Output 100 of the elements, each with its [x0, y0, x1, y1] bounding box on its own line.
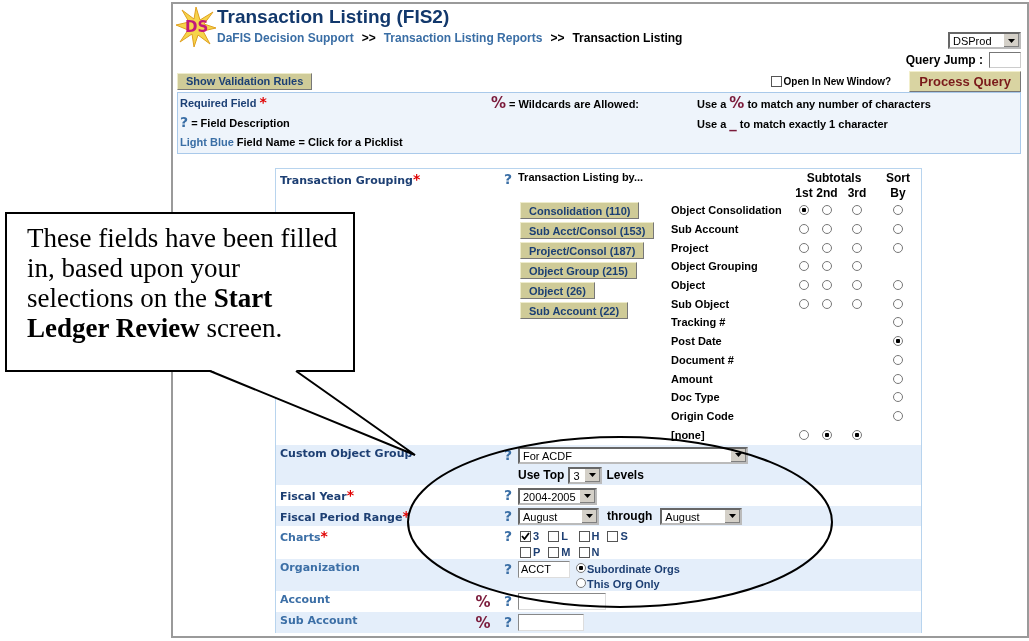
radio-button[interactable]	[893, 373, 903, 384]
radio-button[interactable]	[893, 224, 903, 235]
legend-text: = Wildcards are Allowed:	[509, 97, 640, 112]
chart-label: H	[591, 529, 600, 542]
input-field[interactable]	[989, 52, 1021, 68]
dropdown[interactable]: August	[518, 507, 599, 525]
option-label: [none]	[671, 427, 706, 442]
radio-button[interactable]	[893, 280, 903, 291]
dropdown[interactable]: August	[660, 507, 743, 525]
radio-button[interactable]	[822, 205, 832, 216]
radio-button[interactable]	[799, 224, 809, 235]
radio-button[interactable]	[799, 261, 809, 272]
field-label[interactable]: Sub Account	[280, 613, 358, 627]
radio-button[interactable]	[893, 205, 903, 216]
help-mark[interactable]: ?	[503, 613, 513, 630]
help-mark[interactable]: ?	[503, 486, 513, 503]
query-jump-label: Query Jump :	[905, 53, 983, 67]
help-mark[interactable]: ?	[503, 507, 513, 524]
radio-button[interactable]	[893, 392, 903, 403]
caret-icon	[584, 494, 591, 499]
radio-button[interactable]	[822, 429, 832, 440]
checkbox[interactable]	[520, 530, 531, 542]
radio-button[interactable]	[852, 224, 862, 235]
radio-button[interactable]	[576, 577, 586, 588]
radio-button[interactable]	[799, 280, 809, 291]
radio-button[interactable]	[852, 261, 862, 272]
radio-button[interactable]	[893, 317, 903, 328]
process-query-button[interactable]: Process Query	[909, 70, 1021, 92]
legend-text: to match any number of characters	[747, 97, 931, 112]
help-mark[interactable]: ?	[503, 560, 513, 577]
dropdown[interactable]: DSProd	[948, 32, 1021, 49]
radio-button[interactable]	[893, 354, 903, 365]
checkbox[interactable]	[520, 546, 531, 558]
grouping-button[interactable]: Sub Account (22)	[520, 302, 629, 319]
grouping-button[interactable]: Project/Consol (187)	[520, 242, 645, 259]
radio-button[interactable]	[822, 224, 832, 235]
checkbox[interactable]	[548, 530, 560, 542]
radio-button[interactable]	[799, 429, 809, 440]
radio-button[interactable]	[799, 298, 809, 309]
radio-button[interactable]	[893, 242, 903, 253]
column-header: 1st	[794, 186, 814, 201]
radio-button[interactable]	[852, 429, 862, 440]
column-header: 2nd	[815, 186, 839, 201]
radio-button[interactable]	[893, 336, 903, 347]
breadcrumb-link[interactable]: DaFIS Decision Support	[217, 31, 354, 45]
breadcrumb-current: Transaction Listing	[572, 31, 683, 45]
validation-rules-button[interactable]: Show Validation Rules	[177, 72, 313, 90]
option-label: Object Grouping	[671, 259, 759, 274]
radio-button[interactable]	[822, 261, 832, 272]
grouping-button[interactable]: Object (26)	[520, 282, 595, 299]
required-mark: *	[259, 94, 267, 110]
dropdown[interactable]: 2004-2005	[518, 487, 597, 505]
radio-button[interactable]	[852, 205, 862, 216]
option-label: Object	[671, 278, 707, 293]
grouping-button[interactable]: Object Group (215)	[520, 262, 638, 279]
help-mark[interactable]: ?	[503, 592, 513, 609]
legend-text: Field Name = Click for a Picklist	[236, 135, 403, 150]
radio-button[interactable]	[799, 242, 809, 253]
section-heading: Transaction Listing by...	[518, 171, 645, 185]
checkbox-label: Open In New Window?	[783, 75, 892, 87]
input-field[interactable]	[518, 613, 584, 631]
help-mark[interactable]: ?	[503, 527, 513, 544]
breadcrumb-link[interactable]: Transaction Listing Reports	[383, 31, 543, 45]
wildcard-mark: %	[729, 94, 745, 112]
dropdown[interactable]: 3	[568, 466, 603, 484]
help-mark[interactable]: ?	[503, 171, 513, 187]
radio-button[interactable]	[822, 280, 832, 291]
legend-text: Light Blue	[180, 135, 234, 150]
column-header: Subtotals	[805, 171, 863, 186]
radio-button[interactable]	[576, 562, 586, 573]
radio-button[interactable]	[893, 410, 903, 421]
radio-button[interactable]	[822, 242, 832, 253]
radio-button[interactable]	[893, 298, 903, 309]
radio-button[interactable]	[799, 205, 809, 216]
field-label[interactable]: Account	[280, 592, 331, 606]
field-label: Fiscal Year	[280, 489, 347, 503]
checkbox[interactable]	[548, 546, 560, 558]
help-mark[interactable]: ?	[503, 446, 513, 463]
checkbox[interactable]	[770, 75, 782, 87]
radio-button[interactable]	[852, 280, 862, 291]
grouping-button[interactable]: Sub Acct/Consol (153)	[520, 222, 655, 239]
required-mark: *	[412, 171, 421, 187]
chart-label: M	[561, 545, 571, 558]
logo-text: DS	[185, 18, 209, 36]
checkbox[interactable]	[578, 530, 590, 542]
required-mark: *	[320, 527, 328, 544]
radio-button[interactable]	[852, 298, 862, 309]
dropdown[interactable]: For ACDF	[518, 446, 748, 464]
legend-text: to match exactly 1 character	[739, 117, 888, 132]
radio-button[interactable]	[822, 298, 832, 309]
checkbox[interactable]	[607, 530, 619, 542]
field-label: Fiscal Period Range	[280, 510, 403, 524]
checkbox[interactable]	[578, 546, 590, 558]
grouping-button[interactable]: Consolidation (110)	[520, 202, 640, 219]
input-field[interactable]: ACCT	[518, 560, 570, 578]
legend-text: Required Field	[180, 96, 257, 111]
field-label[interactable]: Organization	[280, 560, 360, 574]
field-label[interactable]: Charts	[280, 530, 321, 544]
radio-label: Subordinate Orgs	[587, 562, 680, 575]
radio-button[interactable]	[852, 242, 862, 253]
